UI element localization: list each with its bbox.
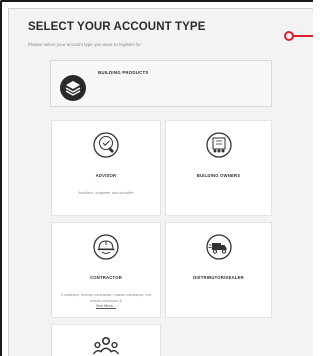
advisor-description: Architect, engineer and specifier bbox=[78, 190, 134, 195]
group-people-icon bbox=[92, 336, 120, 355]
contractor-description-text: Contractor, license contractor, master c… bbox=[60, 292, 152, 303]
account-option-contractor[interactable]: CONTRACTOR Contractor, license contracto… bbox=[51, 222, 161, 318]
see-more-link[interactable]: See More... bbox=[56, 303, 156, 309]
page-title: SELECT YOUR ACCOUNT TYPE bbox=[28, 21, 206, 33]
advisor-label: ADVISOR bbox=[95, 173, 117, 178]
account-option-building-products[interactable]: BUILDING PRODUCTS bbox=[50, 60, 272, 107]
account-option-advisor[interactable]: ADVISOR Architect, engineer and specifie… bbox=[51, 120, 161, 216]
contractor-label: CONTRACTOR bbox=[90, 275, 122, 280]
layers-icon bbox=[60, 75, 86, 101]
distributor-dealer-label: DISTRIBUTOR/DEALER bbox=[193, 275, 244, 280]
hard-hat-icon bbox=[93, 234, 119, 260]
delivery-truck-icon bbox=[205, 234, 232, 260]
account-option-partial[interactable] bbox=[51, 324, 161, 356]
account-option-building-owners[interactable]: BUILDING OWNERS bbox=[165, 120, 272, 216]
page-subtitle: Please select your account type you want… bbox=[28, 42, 142, 47]
building-owners-label: BUILDING OWNERS bbox=[196, 173, 241, 178]
building-people-icon bbox=[205, 132, 232, 158]
stamp-check-icon bbox=[93, 132, 119, 158]
account-option-distributor-dealer[interactable]: DISTRIBUTOR/DEALER bbox=[165, 222, 272, 318]
building-products-label: BUILDING PRODUCTS bbox=[98, 70, 149, 75]
callout-pointer-icon bbox=[284, 31, 313, 41]
contractor-description: Contractor, license contractor, master c… bbox=[56, 292, 156, 309]
